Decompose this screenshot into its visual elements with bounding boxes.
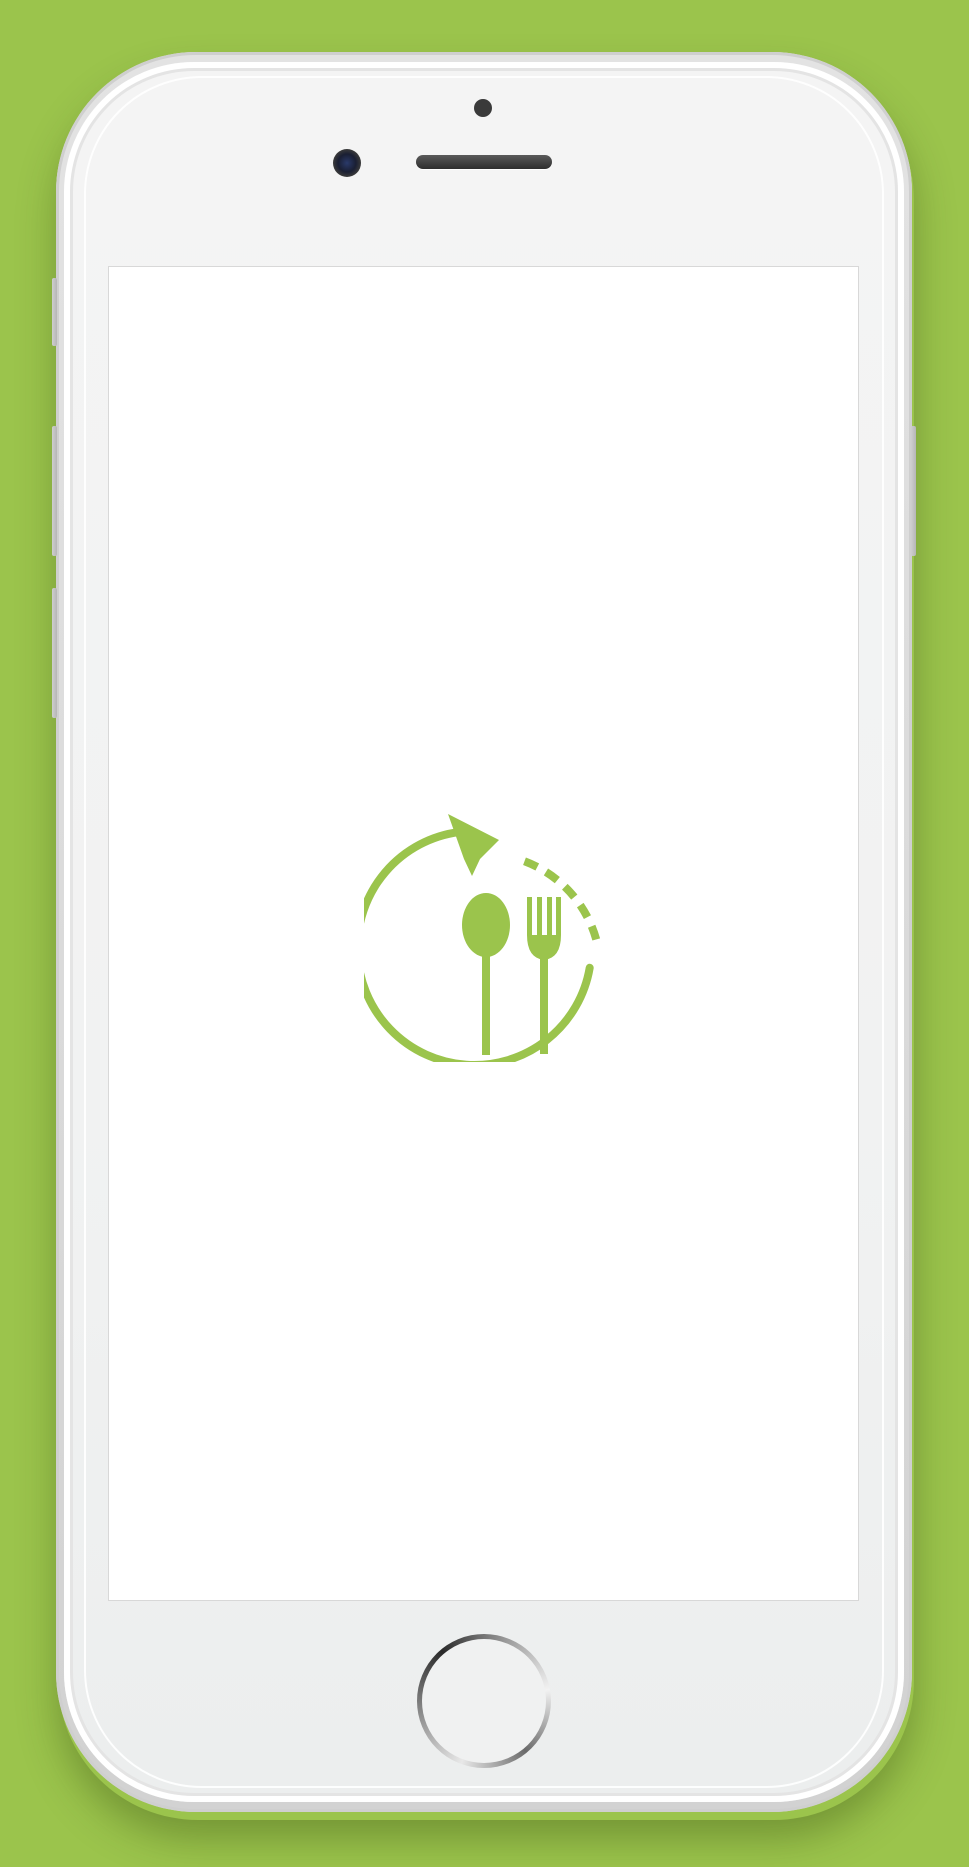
spoon-icon [462, 893, 510, 1055]
mute-switch[interactable] [52, 278, 57, 346]
home-button-face [422, 1639, 546, 1763]
arrow-head-icon [448, 814, 499, 876]
meal-cycle-icon [364, 814, 602, 1062]
volume-down-button[interactable] [52, 588, 57, 718]
proximity-sensor [474, 99, 492, 117]
splash-screen [108, 266, 859, 1601]
home-button[interactable] [417, 1634, 551, 1768]
earpiece-speaker [416, 155, 552, 169]
power-button[interactable] [911, 426, 916, 556]
front-camera [333, 149, 361, 177]
volume-up-button[interactable] [52, 426, 57, 556]
